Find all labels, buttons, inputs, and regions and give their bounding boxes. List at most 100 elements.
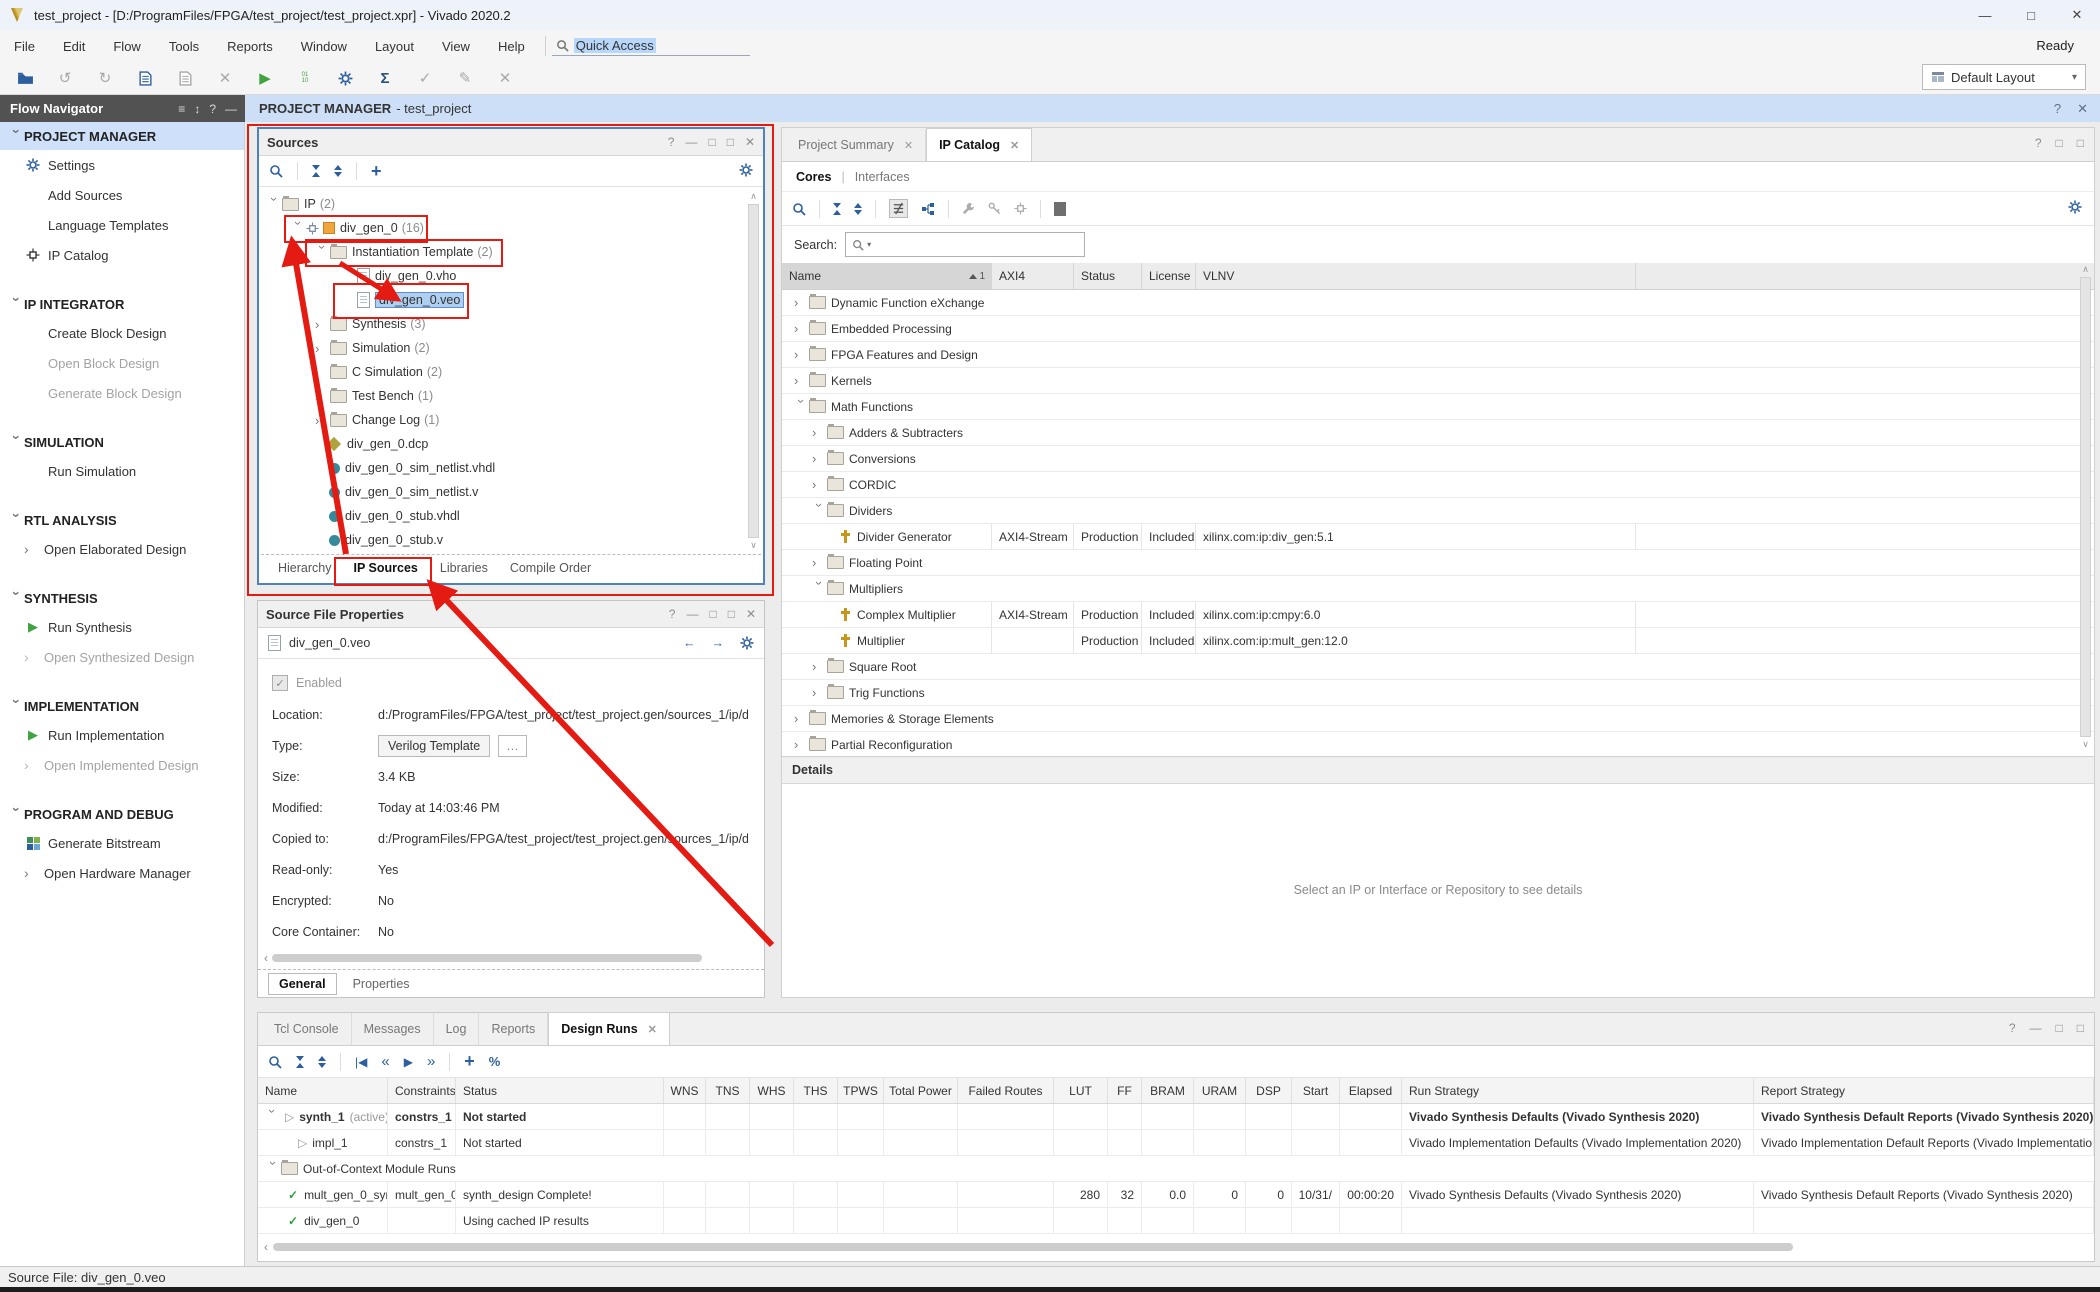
- validate-button[interactable]: ✓: [414, 67, 436, 89]
- column-report-strategy[interactable]: Report Strategy: [1754, 1078, 2094, 1103]
- column-ff[interactable]: FF: [1108, 1078, 1142, 1103]
- tab-tcl-console[interactable]: Tcl Console: [262, 1013, 352, 1045]
- tab-messages[interactable]: Messages: [352, 1013, 434, 1045]
- scroll-down-icon[interactable]: ∨: [2082, 739, 2089, 750]
- sidebar-item-run-synthesis[interactable]: ▶Run Synthesis: [0, 612, 244, 642]
- column-axi4[interactable]: AXI4: [992, 263, 1074, 289]
- menu-edit[interactable]: Edit: [49, 39, 99, 54]
- tree-item-div-gen-0-veo[interactable]: div_gen_0.veo: [259, 288, 763, 312]
- first-icon[interactable]: |◀: [355, 1055, 367, 1069]
- redo-button[interactable]: ↻: [94, 67, 116, 89]
- sidebar-item-generate-block-design[interactable]: Generate Block Design: [0, 378, 244, 408]
- chevron-right-icon[interactable]: ›: [315, 317, 330, 332]
- chevron-right-icon[interactable]: ›: [812, 425, 827, 440]
- sidebar-item-language-templates[interactable]: Language Templates: [0, 210, 244, 240]
- sidebar-item-add-sources[interactable]: Add Sources: [0, 180, 244, 210]
- close-icon[interactable]: ✕: [2077, 101, 2088, 117]
- sidebar-item-open-implemented-design[interactable]: ›Open Implemented Design: [0, 750, 244, 780]
- sidebar-item-settings[interactable]: Settings: [0, 150, 244, 180]
- tab-log[interactable]: Log: [434, 1013, 480, 1045]
- run-row-div-gen-0[interactable]: ✓div_gen_0 Using cached IP results: [258, 1208, 2094, 1234]
- column-total-power[interactable]: Total Power: [884, 1078, 958, 1103]
- chevron-right-icon[interactable]: ›: [794, 737, 809, 752]
- chevron-right-icon[interactable]: ›: [315, 389, 330, 404]
- expand-all-icon[interactable]: [334, 165, 342, 177]
- hierarchy-icon[interactable]: [921, 202, 935, 216]
- ip-category-row[interactable]: ›CORDIC: [782, 472, 2094, 498]
- tree-item-div-gen-0-dcp[interactable]: div_gen_0.dcp: [259, 432, 763, 456]
- sidebar-item-open-synthesized-design[interactable]: ›Open Synthesized Design: [0, 642, 244, 672]
- float-panel-icon[interactable]: □: [2056, 1021, 2063, 1035]
- tab-general[interactable]: General: [268, 973, 337, 995]
- column-ths[interactable]: THS: [794, 1078, 838, 1103]
- tree-item-test-bench[interactable]: ›Test Bench(1): [259, 384, 763, 408]
- tab-reports[interactable]: Reports: [479, 1013, 548, 1045]
- settings-button[interactable]: [334, 67, 356, 89]
- run-row-mult-gen-0-synth-1[interactable]: ✓mult_gen_0_synth_1 mult_gen_0 synth_des…: [258, 1182, 2094, 1208]
- tree-item-c-simulation[interactable]: C Simulation(2): [259, 360, 763, 384]
- sum-button[interactable]: Σ: [374, 67, 396, 89]
- close-icon[interactable]: ✕: [648, 1023, 657, 1036]
- sidebar-item-create-block-design[interactable]: Create Block Design: [0, 318, 244, 348]
- minimize-panel-icon[interactable]: —: [685, 135, 697, 149]
- scrollbar-thumb[interactable]: [273, 1243, 1793, 1251]
- minimize-panel-icon[interactable]: —: [2030, 1021, 2042, 1035]
- sidebar-section-rtl-analysis[interactable]: ›RTL ANALYSIS: [0, 506, 244, 534]
- column-uram[interactable]: URAM: [1194, 1078, 1246, 1103]
- edit-button[interactable]: ✎: [454, 67, 476, 89]
- scrollbar-thumb[interactable]: [272, 954, 702, 962]
- forward-icon[interactable]: »: [427, 1053, 435, 1070]
- properties-hscrollbar[interactable]: ‹: [264, 952, 750, 963]
- maximize-button[interactable]: □: [2008, 0, 2054, 30]
- sidebar-section-implementation[interactable]: ›IMPLEMENTATION: [0, 692, 244, 720]
- expand-all-icon[interactable]: ↕: [194, 102, 200, 116]
- chevron-down-icon[interactable]: ›: [267, 197, 282, 212]
- search-icon[interactable]: [792, 202, 806, 216]
- ip-category-row-multipliers[interactable]: ›Multipliers: [782, 576, 2094, 602]
- chevron-right-icon[interactable]: ›: [812, 451, 827, 466]
- sidebar-section-program-and-debug[interactable]: ›PROGRAM AND DEBUG: [0, 800, 244, 828]
- sidebar-section-project-manager[interactable]: ›PROJECT MANAGER: [0, 122, 244, 150]
- maximize-panel-icon[interactable]: □: [2077, 136, 2084, 150]
- ip-category-row[interactable]: ›Adders & Subtracters: [782, 420, 2094, 446]
- sidebar-item-open-hardware-manager[interactable]: ›Open Hardware Manager: [0, 858, 244, 888]
- sidebar-item-open-elaborated-design[interactable]: ›Open Elaborated Design: [0, 534, 244, 564]
- chevron-right-icon[interactable]: ›: [794, 347, 809, 362]
- chip-icon[interactable]: [1014, 202, 1027, 215]
- settings-icon[interactable]: [739, 163, 753, 180]
- collapse-all-icon[interactable]: [312, 165, 320, 177]
- menu-tools[interactable]: Tools: [155, 39, 213, 54]
- subtab-cores[interactable]: Cores: [796, 170, 831, 184]
- minimize-button[interactable]: —: [1962, 0, 2008, 30]
- column-start[interactable]: Start: [1292, 1078, 1340, 1103]
- sidebar-section-ip-integrator[interactable]: ›IP INTEGRATOR: [0, 290, 244, 318]
- forward-arrow-icon[interactable]: →: [712, 636, 725, 650]
- scroll-left-icon[interactable]: ‹: [264, 951, 268, 965]
- column-lut[interactable]: LUT: [1054, 1078, 1108, 1103]
- minimize-panel-icon[interactable]: —: [225, 102, 237, 116]
- enabled-checkbox[interactable]: ✓: [272, 675, 288, 691]
- collapse-all-icon[interactable]: [833, 203, 841, 215]
- scroll-up-icon[interactable]: ∧: [750, 191, 757, 202]
- tree-item-ip[interactable]: ›IP(2): [259, 192, 763, 216]
- column-constraints[interactable]: Constraints: [388, 1078, 456, 1103]
- sidebar-item-run-implementation[interactable]: ▶Run Implementation: [0, 720, 244, 750]
- tab-hierarchy[interactable]: Hierarchy: [269, 558, 341, 578]
- close-panel-icon[interactable]: ✕: [745, 135, 755, 149]
- menu-layout[interactable]: Layout: [361, 39, 428, 54]
- collapse-all-icon[interactable]: [296, 1056, 304, 1068]
- column-run-strategy[interactable]: Run Strategy: [1402, 1078, 1754, 1103]
- tree-item-change-log[interactable]: ›Change Log(1): [259, 408, 763, 432]
- column-dsp[interactable]: DSP: [1246, 1078, 1292, 1103]
- chevron-right-icon[interactable]: ›: [315, 413, 330, 428]
- chevron-down-icon[interactable]: ›: [266, 1161, 281, 1176]
- tree-item-div-gen-0[interactable]: ›div_gen_0(16): [259, 216, 763, 240]
- copy-button[interactable]: [174, 67, 196, 89]
- search-icon[interactable]: [268, 1055, 282, 1069]
- scroll-up-icon[interactable]: ∧: [2082, 264, 2089, 275]
- details-toggle-icon[interactable]: [1054, 202, 1066, 216]
- maximize-panel-icon[interactable]: □: [728, 607, 735, 621]
- scroll-left-icon[interactable]: ‹: [264, 1240, 268, 1254]
- ip-row-multiplier[interactable]: Multiplier Production Included xilinx.co…: [782, 628, 2094, 654]
- delete-button[interactable]: ✕: [214, 67, 236, 89]
